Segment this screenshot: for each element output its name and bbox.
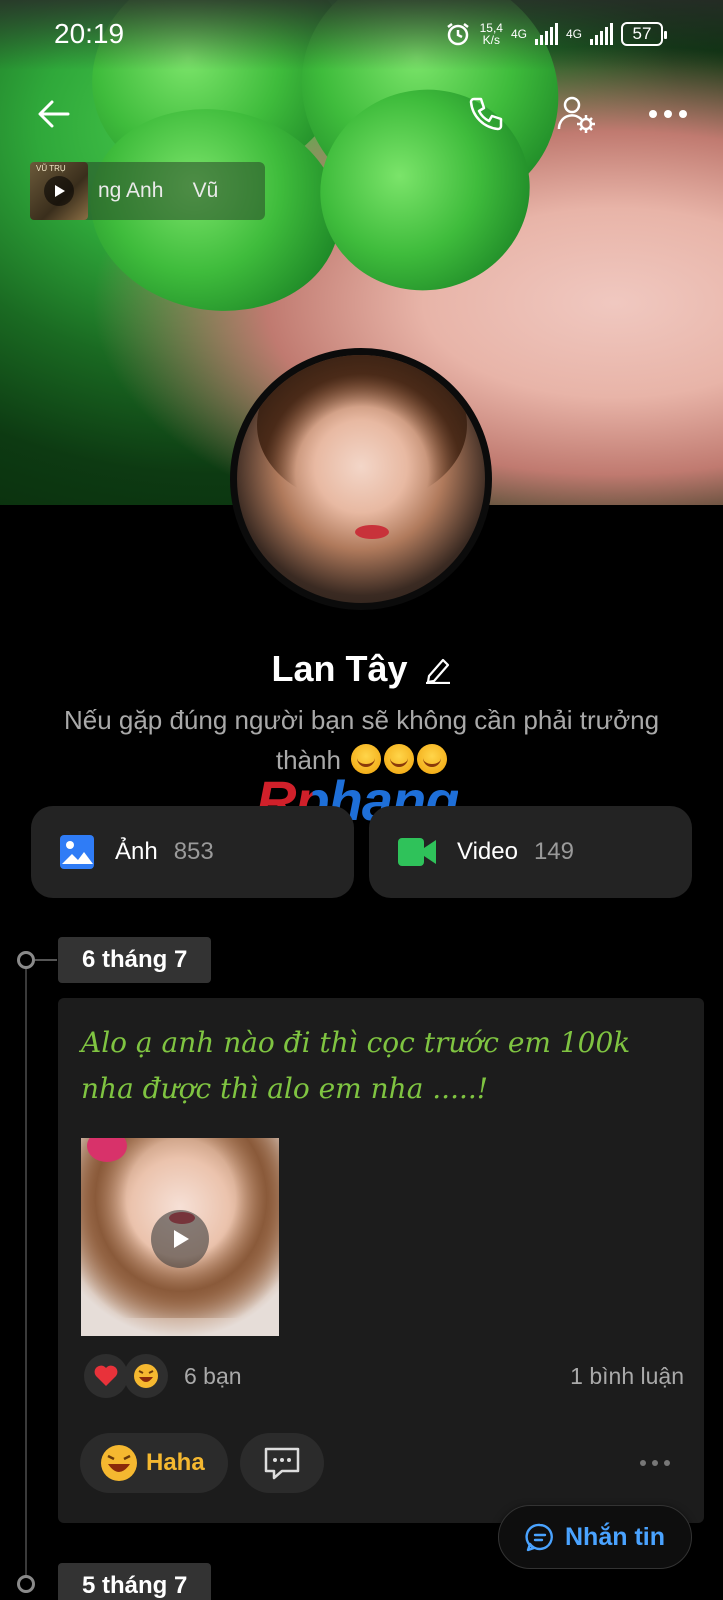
comment-icon	[264, 1447, 300, 1480]
back-button[interactable]	[30, 90, 78, 138]
profile-settings-button[interactable]	[552, 90, 600, 138]
reaction-button[interactable]: Haha	[80, 1433, 228, 1493]
reaction-summary[interactable]: 6 bạn 1 bình luận	[84, 1353, 684, 1399]
chat-bubble-icon	[525, 1523, 553, 1552]
date-chip: 6 tháng 7	[58, 937, 212, 983]
more-button[interactable]	[644, 90, 692, 138]
status-bar: 20:19 15,4 K/s 4G 4G 57	[0, 16, 723, 56]
play-icon[interactable]	[151, 1210, 209, 1268]
signal-icon-2	[590, 23, 613, 45]
timeline-connector	[35, 959, 57, 961]
music-title: ng Anh Vũ	[98, 179, 219, 202]
post-more-icon[interactable]	[640, 1460, 670, 1466]
reaction-count: 6 bạn	[184, 1362, 242, 1389]
photos-label: Ảnh	[115, 838, 158, 865]
video-camera-icon	[398, 838, 436, 866]
arrow-left-icon	[38, 100, 70, 128]
battery-icon: 57	[621, 22, 667, 46]
avatar[interactable]	[230, 348, 492, 610]
call-button[interactable]	[462, 90, 510, 138]
timeline-line	[25, 960, 27, 1580]
network-type-1: 4G	[510, 27, 527, 41]
videos-button[interactable]: Video 149	[369, 806, 692, 898]
date-chip: 5 tháng 7	[58, 1563, 212, 1600]
edit-pencil-icon[interactable]	[424, 654, 452, 684]
photos-count: 853	[173, 838, 214, 865]
net-speed: 15,4 K/s	[479, 21, 503, 47]
alarm-icon	[446, 23, 469, 46]
more-horizontal-icon	[649, 110, 687, 118]
message-button-label: Nhắn tin	[565, 1522, 665, 1551]
comment-count[interactable]: 1 bình luận	[570, 1363, 684, 1390]
post-text: Alo ạ anh nào đi thì cọc trước em 100k n…	[81, 1026, 631, 1105]
reaction-button-label: Haha	[146, 1449, 205, 1476]
phone-icon	[469, 97, 503, 131]
album-art: VŨ TRỤ	[30, 162, 88, 220]
signal-icon	[534, 23, 558, 45]
comment-button[interactable]	[240, 1433, 324, 1493]
play-icon[interactable]	[44, 176, 74, 206]
heart-reaction-icon	[84, 1354, 128, 1398]
videos-count: 149	[533, 838, 574, 865]
haha-emoji-icon	[101, 1445, 137, 1481]
message-button[interactable]: Nhắn tin	[498, 1505, 692, 1569]
photos-button[interactable]: Ảnh 853	[31, 806, 354, 898]
timeline-dot	[17, 1575, 35, 1593]
user-gear-icon	[557, 96, 595, 133]
top-bar	[0, 90, 723, 140]
image-icon	[60, 835, 94, 869]
status-time: 20:19	[54, 18, 125, 49]
profile-music[interactable]: VŨ TRỤ ng Anh Vũ	[30, 162, 265, 220]
feed-post[interactable]: Alo ạ anh nào đi thì cọc trước em 100k n…	[58, 998, 704, 1523]
haha-reaction-icon	[124, 1354, 168, 1398]
videos-label: Video	[457, 838, 518, 865]
profile-name: Lan Tây	[271, 648, 408, 689]
timeline-dot	[17, 951, 35, 969]
post-video-thumbnail[interactable]	[81, 1138, 279, 1336]
network-type-2: 4G	[565, 27, 582, 41]
